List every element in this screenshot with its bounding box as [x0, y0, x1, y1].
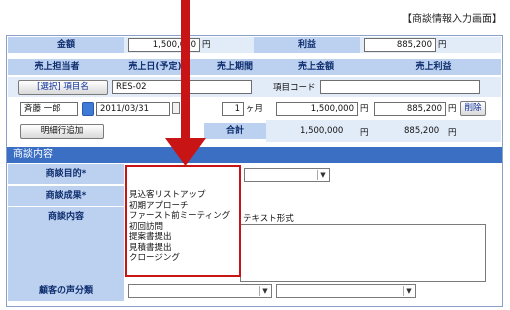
total-amount: 1,500,000 — [300, 126, 344, 136]
purpose-option[interactable]: クロージング — [127, 253, 239, 264]
pointer-arrow-head-icon — [165, 138, 206, 166]
total-label: 合計 — [204, 123, 266, 139]
sales-profit-field[interactable]: 885,200 — [374, 102, 446, 116]
purpose-option[interactable]: 見積書提出 — [127, 243, 239, 254]
result-label: 商談成果* — [8, 186, 124, 206]
customer-voice-select-1[interactable]: ▼ — [128, 284, 272, 298]
purpose-sub-select[interactable]: ▼ — [244, 168, 330, 182]
sales-amount-unit: 円 — [360, 104, 369, 114]
content-label: 商談内容 — [8, 207, 124, 285]
purpose-option[interactable]: 提案書提出 — [127, 232, 239, 243]
item-code-label: 項目コード — [273, 83, 316, 93]
purpose-option[interactable]: ファースト前ミーティング — [127, 211, 239, 222]
pointer-arrow-shaft — [181, 0, 190, 140]
profit-label: 利益 — [254, 37, 360, 53]
screen-title: 【商談情報入力画面】 — [402, 14, 502, 25]
content-textarea[interactable] — [240, 224, 486, 282]
sales-date-field[interactable]: 2011/03/31 — [96, 102, 170, 116]
delete-button[interactable]: 削除 — [460, 101, 486, 116]
purpose-label: 商談目的* — [8, 164, 124, 184]
profit-unit: 円 — [438, 40, 447, 50]
customer-voice-label: 顧客の声分類 — [8, 281, 124, 301]
select-item-button[interactable]: [選択] 項目名 — [18, 80, 108, 95]
purpose-option[interactable]: 見込客リストアップ — [127, 190, 239, 201]
customer-voice-select-2[interactable]: ▼ — [276, 284, 416, 298]
total-profit: 885,200 — [404, 126, 440, 136]
text-format-label: テキスト形式 — [243, 214, 294, 224]
amount-label: 金額 — [8, 37, 124, 53]
col-sales-person: 売上担当者 — [8, 59, 106, 75]
profit-field[interactable]: 885,200 — [364, 38, 436, 52]
sales-amount-field[interactable]: 1,500,000 — [276, 102, 358, 116]
total-amount-unit: 円 — [360, 128, 369, 138]
item-code-field[interactable] — [320, 80, 480, 94]
sales-profit-unit: 円 — [448, 104, 457, 114]
period-months-field[interactable]: 1 — [222, 102, 244, 116]
purpose-option[interactable]: 初回訪問 — [127, 222, 239, 233]
chevron-down-icon: ▼ — [317, 170, 328, 180]
period-months-unit: ヶ月 — [246, 104, 264, 114]
col-sales-profit: 売上利益 — [366, 59, 501, 75]
section-header: 商談内容 — [7, 147, 502, 163]
col-sales-amount: 売上金額 — [266, 59, 366, 75]
calendar-icon[interactable] — [82, 102, 94, 116]
total-profit-unit: 円 — [448, 128, 457, 138]
chevron-down-icon: ▼ — [259, 286, 270, 296]
col-sales-period: 売上期間 — [204, 59, 266, 75]
date-picker-icon[interactable] — [172, 102, 180, 114]
purpose-option[interactable]: 初期アプローチ — [127, 201, 239, 212]
purpose-dropdown-list: 見込客リストアップ 初期アプローチ ファースト前ミーティング 初回訪問 提案書提出 見積書… — [127, 190, 239, 274]
chevron-down-icon: ▼ — [403, 286, 414, 296]
amount-unit: 円 — [202, 40, 211, 50]
sales-person-field[interactable]: 斉藤 一郎 — [20, 102, 78, 116]
add-row-button[interactable]: 明細行追加 — [20, 124, 104, 139]
